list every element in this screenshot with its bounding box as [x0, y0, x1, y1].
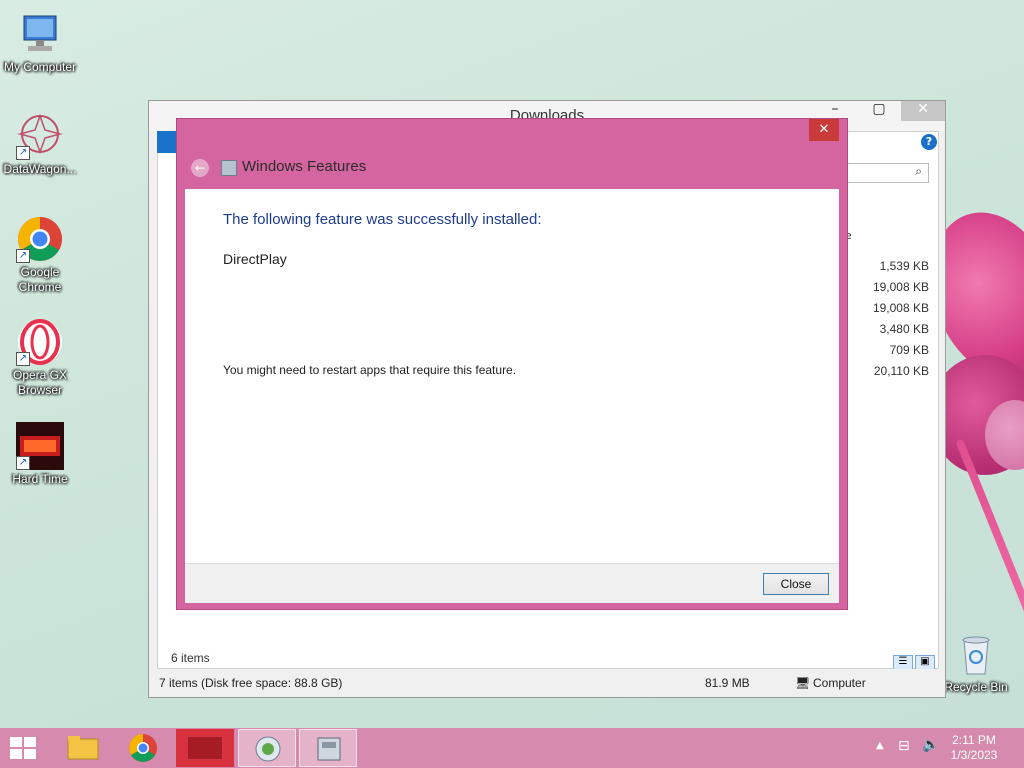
installed-feature-name: DirectPlay — [223, 251, 287, 267]
desktop-icon-label: Hard Time — [12, 472, 68, 486]
clock-date: 1/3/2023 — [950, 748, 998, 762]
file-size-column: 1,539 KB 19,008 KB 19,008 KB 3,480 KB 70… — [839, 256, 929, 382]
show-hidden-icons-icon[interactable]: ▲ — [876, 740, 884, 751]
desktop-icon-recycle-bin[interactable]: Recycle Bin — [936, 630, 1016, 695]
clock-time: 2:11 PM — [952, 733, 996, 747]
desktop-icon-label: DataWagon... — [3, 162, 77, 176]
maximize-button[interactable]: ▢ — [857, 101, 901, 121]
volume-icon[interactable]: 🔈 — [922, 737, 939, 753]
folder-icon — [67, 736, 99, 760]
network-icon[interactable]: ⊟ — [898, 738, 910, 754]
computer-icon: 🖥 — [795, 676, 811, 690]
desktop-icon-label: My Computer — [3, 60, 77, 74]
windows-features-icon — [221, 160, 237, 176]
hard-time-icon: ↗ — [16, 422, 64, 470]
back-arrow-icon[interactable]: ← — [191, 159, 209, 177]
taskbar-file-explorer[interactable] — [54, 729, 112, 767]
chrome-icon — [129, 734, 157, 762]
dialog-body: The following feature was successfully i… — [185, 189, 839, 563]
taskbar-windows-features[interactable] — [238, 729, 296, 767]
taskbar: ▲ ⊟ 🔈 2:11 PM 1/3/2023 — [0, 728, 1024, 768]
desktop-icon-google-chrome[interactable]: ↗ Google Chrome — [0, 215, 80, 295]
explorer-ribbon-tab[interactable] — [157, 131, 177, 153]
file-size: 3,480 KB — [879, 322, 929, 336]
file-size: 1,539 KB — [879, 259, 929, 273]
dialog-title: Windows Features — [242, 158, 367, 175]
items-count: 6 items — [171, 651, 210, 665]
help-icon[interactable]: ? — [921, 134, 937, 150]
dialog-footer: Close — [185, 563, 839, 603]
status-location: Computer — [813, 676, 866, 690]
file-size: 20,110 KB — [873, 364, 929, 378]
start-button[interactable] — [8, 736, 38, 760]
taskbar-chrome[interactable] — [114, 729, 172, 767]
status-bar: 7 items (Disk free space: 88.8 GB) 81.9 … — [149, 669, 945, 697]
desktop-icon-datawagon[interactable]: ↗ DataWagon... — [0, 112, 80, 177]
opera-gx-icon: ↗ — [16, 318, 64, 366]
datawagon-icon: ↗ — [16, 112, 64, 160]
hard-time-icon — [188, 737, 222, 759]
desktop-icon-opera-gx[interactable]: ↗ Opera GX Browser — [0, 318, 80, 398]
desktop-icon-hard-time[interactable]: ↗ Hard Time — [0, 422, 80, 487]
search-input[interactable]: ⌕ — [847, 163, 929, 183]
desktop-icon-my-computer[interactable]: My Computer — [0, 10, 80, 75]
file-size: 19,008 KB — [872, 280, 929, 294]
success-heading: The following feature was successfully i… — [223, 211, 542, 228]
dialog-close-icon[interactable]: ✕ — [809, 119, 839, 141]
taskbar-explorer-window[interactable] — [299, 729, 357, 767]
desktop-icon-label: Opera GX Browser — [12, 368, 68, 397]
desktop-icon-label: Recycle Bin — [944, 680, 1008, 694]
windows-features-dialog[interactable]: ✕ ← Windows Features The following featu… — [176, 118, 848, 610]
clock[interactable]: 2:11 PM 1/3/2023 — [944, 733, 1004, 763]
status-size: 81.9 MB — [705, 676, 750, 690]
recycle-bin-icon — [952, 630, 1000, 678]
restart-note: You might need to restart apps that requ… — [223, 363, 517, 377]
computer-icon — [16, 10, 64, 58]
chrome-icon: ↗ — [16, 215, 64, 263]
desktop-icon-label: Google Chrome — [18, 265, 62, 294]
close-button[interactable]: Close — [763, 573, 829, 595]
explorer-app-icon — [317, 737, 341, 761]
explorer-close-button[interactable]: ✕ — [901, 101, 945, 121]
search-icon: ⌕ — [915, 164, 922, 178]
file-size: 19,008 KB — [872, 301, 929, 315]
taskbar-hard-time[interactable] — [176, 729, 234, 767]
file-size: 709 KB — [889, 343, 929, 357]
windows-features-icon — [255, 736, 281, 762]
status-left: 7 items (Disk free space: 88.8 GB) — [159, 676, 343, 690]
